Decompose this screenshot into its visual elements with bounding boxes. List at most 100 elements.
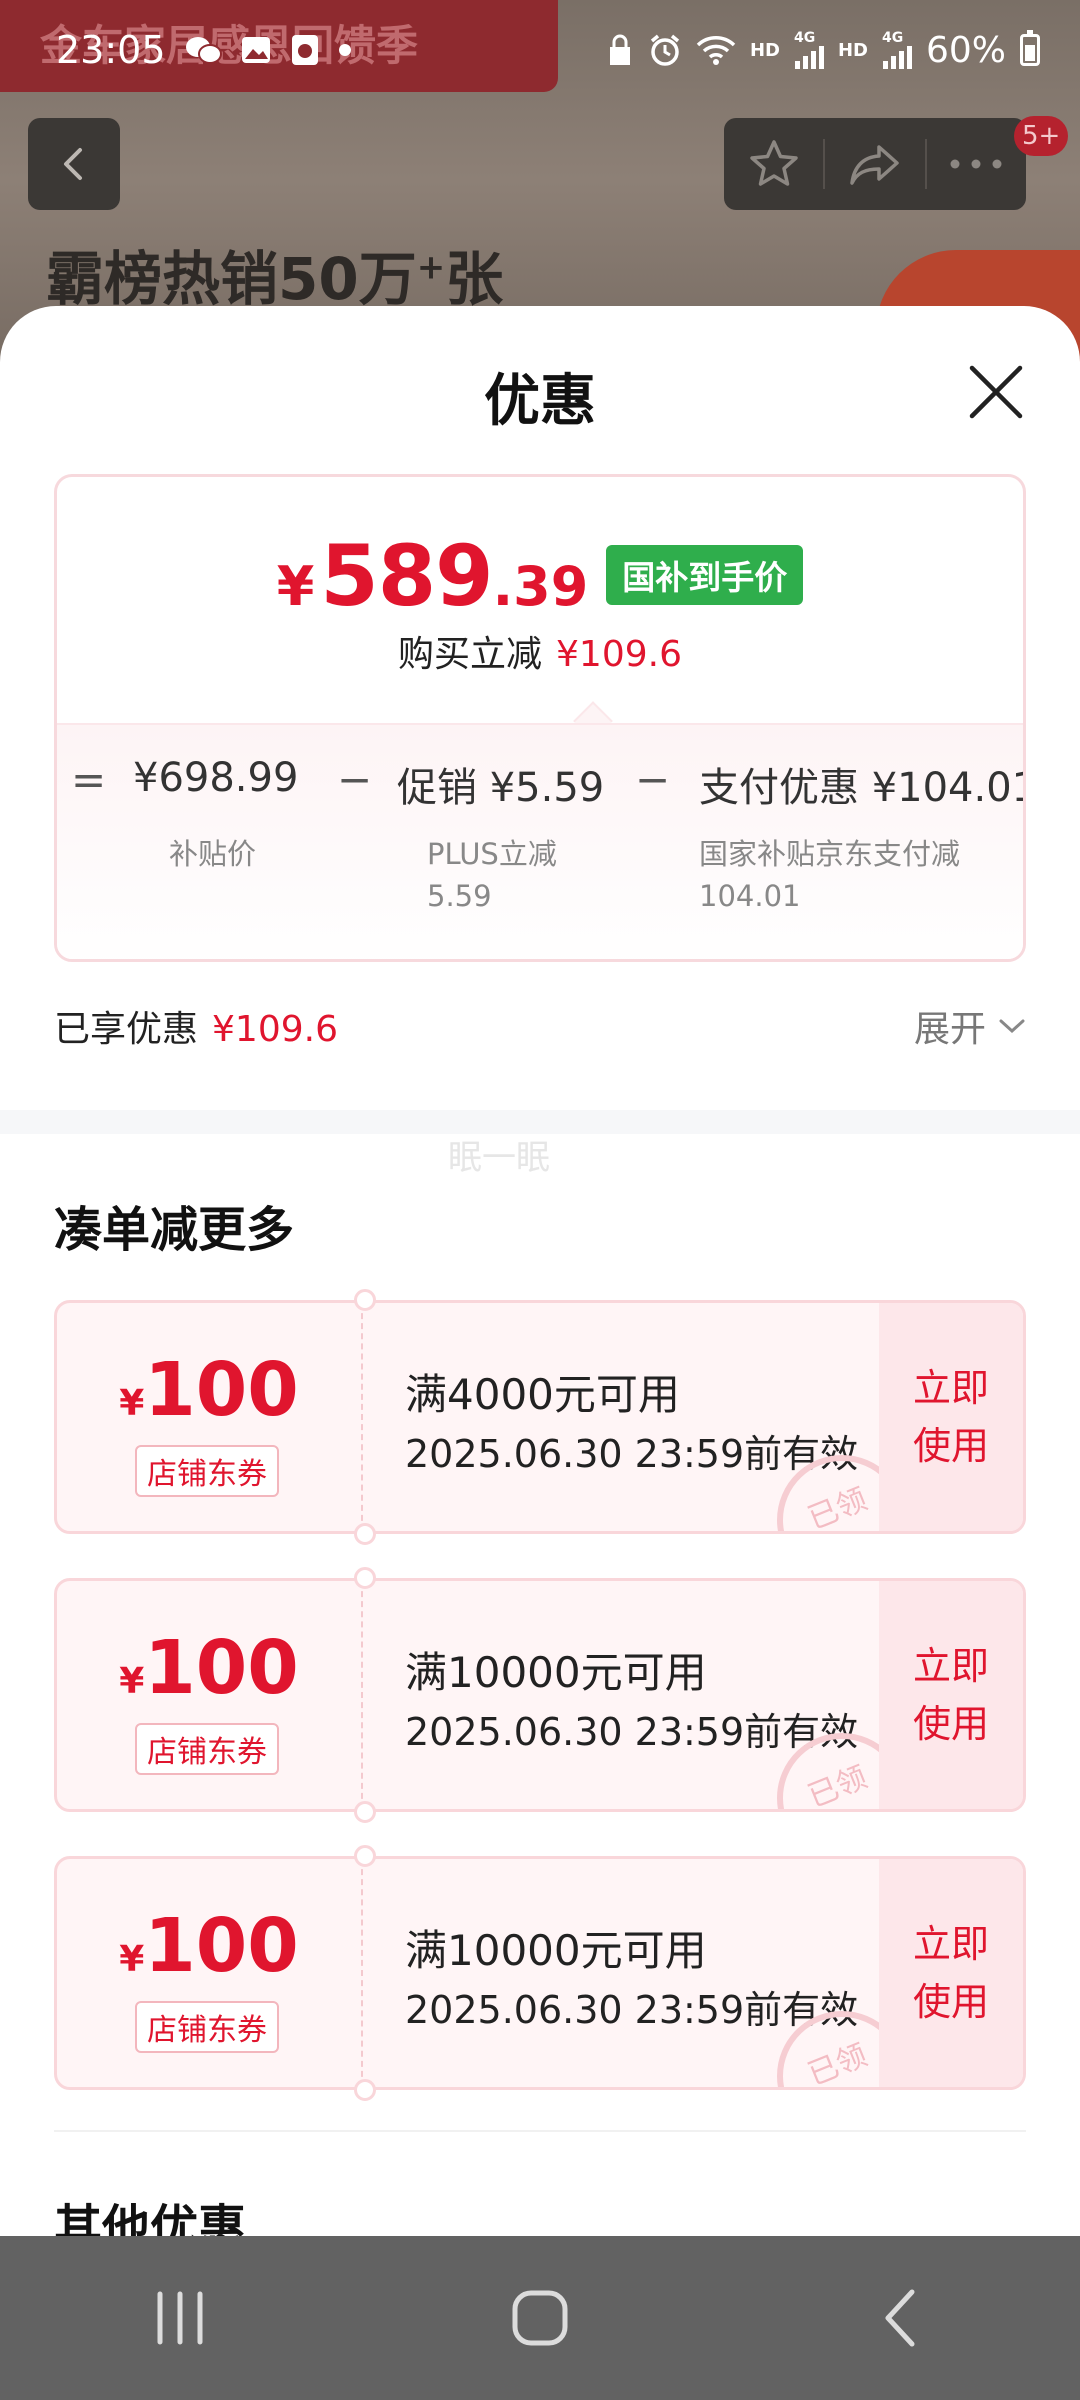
coupon-currency: ¥ bbox=[119, 1383, 145, 1424]
back-nav-button[interactable] bbox=[820, 2258, 980, 2378]
share-button[interactable] bbox=[825, 118, 924, 210]
headline-text: 霸榜热销50万 bbox=[46, 245, 417, 313]
coupon-amount-number: 100 bbox=[144, 1347, 299, 1433]
minus-sign: − bbox=[635, 755, 671, 804]
final-price-decimal: .39 bbox=[492, 555, 589, 618]
more-icon bbox=[950, 159, 1002, 169]
coupon-type: 店铺东券 bbox=[135, 1445, 279, 1497]
sheet-title: 优惠 bbox=[484, 369, 596, 434]
coupon-currency: ¥ bbox=[119, 1939, 145, 1980]
discount-sheet: 优惠 ¥ 589 .39 国补到手价 购买立减 ¥109.6 = ¥698.99 … bbox=[0, 306, 1080, 2236]
chevron-down-icon bbox=[999, 1019, 1025, 1034]
price-breakdown-card: ¥ 589 .39 国补到手价 购买立减 ¥109.6 = ¥698.99 − 促… bbox=[54, 474, 1026, 962]
coupon-card: ¥100 店铺东券 满4000元可用 2025.06.30 23:59前有效 已… bbox=[54, 1300, 1026, 1534]
hd-label: HD bbox=[837, 39, 868, 61]
coupon-type: 店铺东券 bbox=[135, 1723, 279, 1775]
home-icon bbox=[512, 2290, 568, 2346]
reduction-label: 购买立减 bbox=[398, 634, 543, 675]
recent-apps-icon bbox=[157, 2291, 203, 2345]
top-actions bbox=[724, 118, 1026, 210]
alarm-icon bbox=[648, 33, 682, 67]
coupon-value-area: ¥100 店铺东券 bbox=[57, 1859, 363, 2087]
coupon-notch bbox=[354, 1289, 376, 1311]
dot-icon bbox=[338, 43, 352, 57]
use-now-button[interactable]: 立即 使用 bbox=[879, 1581, 1023, 1809]
final-price: ¥ 589 .39 国补到手价 bbox=[57, 527, 1023, 625]
coupon-amount: ¥100 bbox=[57, 1347, 361, 1433]
wifi-icon bbox=[696, 34, 736, 66]
reduction-value: ¥109.6 bbox=[556, 634, 682, 675]
vpn-icon bbox=[606, 33, 634, 67]
signal-icon: 4G bbox=[882, 31, 912, 69]
chevron-left-icon bbox=[64, 148, 82, 180]
use-now-button[interactable]: 立即 使用 bbox=[879, 1303, 1023, 1531]
headline-sup: + bbox=[416, 247, 446, 288]
product-headline: 霸榜热销50万+张 bbox=[46, 232, 503, 316]
network-label: 4G bbox=[881, 30, 904, 46]
coupon-validity: 2025.06.30 23:59前有效 bbox=[405, 1988, 859, 2032]
payment-discount-value: 支付优惠 ¥104.01 bbox=[699, 765, 1026, 811]
more-button[interactable] bbox=[927, 118, 1026, 210]
close-icon bbox=[969, 365, 1023, 419]
expand-label: 展开 bbox=[913, 1009, 986, 1050]
headline-suffix: 张 bbox=[445, 245, 504, 313]
coupon-card: ¥100 店铺东券 满10000元可用 2025.06.30 23:59前有效 … bbox=[54, 1578, 1026, 1812]
coupon-amount: ¥100 bbox=[57, 1625, 361, 1711]
battery-icon bbox=[1020, 30, 1040, 66]
back-button[interactable] bbox=[28, 118, 120, 210]
use-now-line2: 使用 bbox=[912, 1702, 989, 1746]
coupon-notch bbox=[354, 1801, 376, 1823]
gallery-icon bbox=[240, 34, 272, 66]
coupon-value-area: ¥100 店铺东券 bbox=[57, 1303, 363, 1531]
use-now-line2: 使用 bbox=[912, 1424, 989, 1468]
coupon-amount: ¥100 bbox=[57, 1903, 361, 1989]
coupon-notch bbox=[354, 1845, 376, 1867]
divider bbox=[54, 2130, 1026, 2132]
promo-detail: PLUS立减 5.59 bbox=[427, 833, 557, 917]
use-now-line2: 使用 bbox=[912, 1980, 989, 2024]
promo-value: 促销 ¥5.59 bbox=[397, 765, 605, 811]
payment-detail-line1: 国家补贴京东支付减 bbox=[699, 837, 961, 871]
hd-label: HD bbox=[749, 39, 780, 61]
back-icon bbox=[885, 2289, 915, 2347]
instant-reduction: 购买立减 ¥109.6 bbox=[57, 625, 1023, 677]
use-now-line1: 立即 bbox=[912, 1366, 989, 1410]
system-navigation-bar bbox=[0, 2236, 1080, 2400]
section-title-bundle: 凑单减更多 bbox=[54, 1202, 295, 1258]
enjoyed-value: ¥109.6 bbox=[212, 1009, 338, 1050]
payment-discount-detail: 国家补贴京东支付减 104.01 bbox=[699, 833, 960, 917]
promo-detail-line1: PLUS立减 bbox=[427, 837, 557, 871]
wechat-icon bbox=[184, 34, 222, 66]
coupon-notch bbox=[354, 2079, 376, 2101]
media-icon bbox=[290, 33, 320, 67]
coupon-validity: 2025.06.30 23:59前有效 bbox=[405, 1710, 859, 1754]
promo-detail-line2: 5.59 bbox=[427, 879, 492, 913]
equals-sign: = bbox=[71, 755, 107, 804]
favorite-button[interactable] bbox=[724, 118, 823, 210]
coupon-type: 店铺东券 bbox=[135, 2001, 279, 2053]
recent-apps-button[interactable] bbox=[100, 2258, 260, 2378]
status-time: 23:05 bbox=[56, 28, 166, 72]
home-button[interactable] bbox=[460, 2258, 620, 2378]
subsidy-price-tag: 国补到手价 bbox=[606, 545, 804, 605]
use-now-button[interactable]: 立即 使用 bbox=[879, 1859, 1023, 2087]
signal-icon: 4G bbox=[794, 31, 824, 69]
section-title-other: 其他优惠 bbox=[54, 2200, 247, 2236]
notification-badge: 5+ bbox=[1014, 116, 1069, 156]
minus-sign: − bbox=[337, 755, 373, 804]
calculation-row: = ¥698.99 − 促销 ¥5.59 − 支付优惠 ¥104.01 bbox=[57, 755, 1023, 815]
share-icon bbox=[850, 145, 899, 185]
expand-button[interactable]: 展开 bbox=[914, 1000, 1026, 1052]
network-label: 4G bbox=[793, 30, 816, 46]
coupon-condition: 满10000元可用 bbox=[405, 1926, 707, 1975]
watermark: 眠一眠 bbox=[448, 1138, 550, 1178]
coupon-currency: ¥ bbox=[119, 1661, 145, 1702]
final-price-integer: 589 bbox=[320, 527, 493, 625]
coupon-notch bbox=[354, 1523, 376, 1545]
coupon-validity: 2025.06.30 23:59前有效 bbox=[405, 1432, 859, 1476]
use-now-line1: 立即 bbox=[912, 1644, 989, 1688]
subsidy-price-value: ¥698.99 bbox=[133, 755, 299, 801]
enjoyed-discount: 已享优惠 ¥109.6 bbox=[54, 1000, 338, 1052]
battery-percent: 60% bbox=[925, 29, 1006, 71]
close-button[interactable] bbox=[960, 356, 1032, 428]
